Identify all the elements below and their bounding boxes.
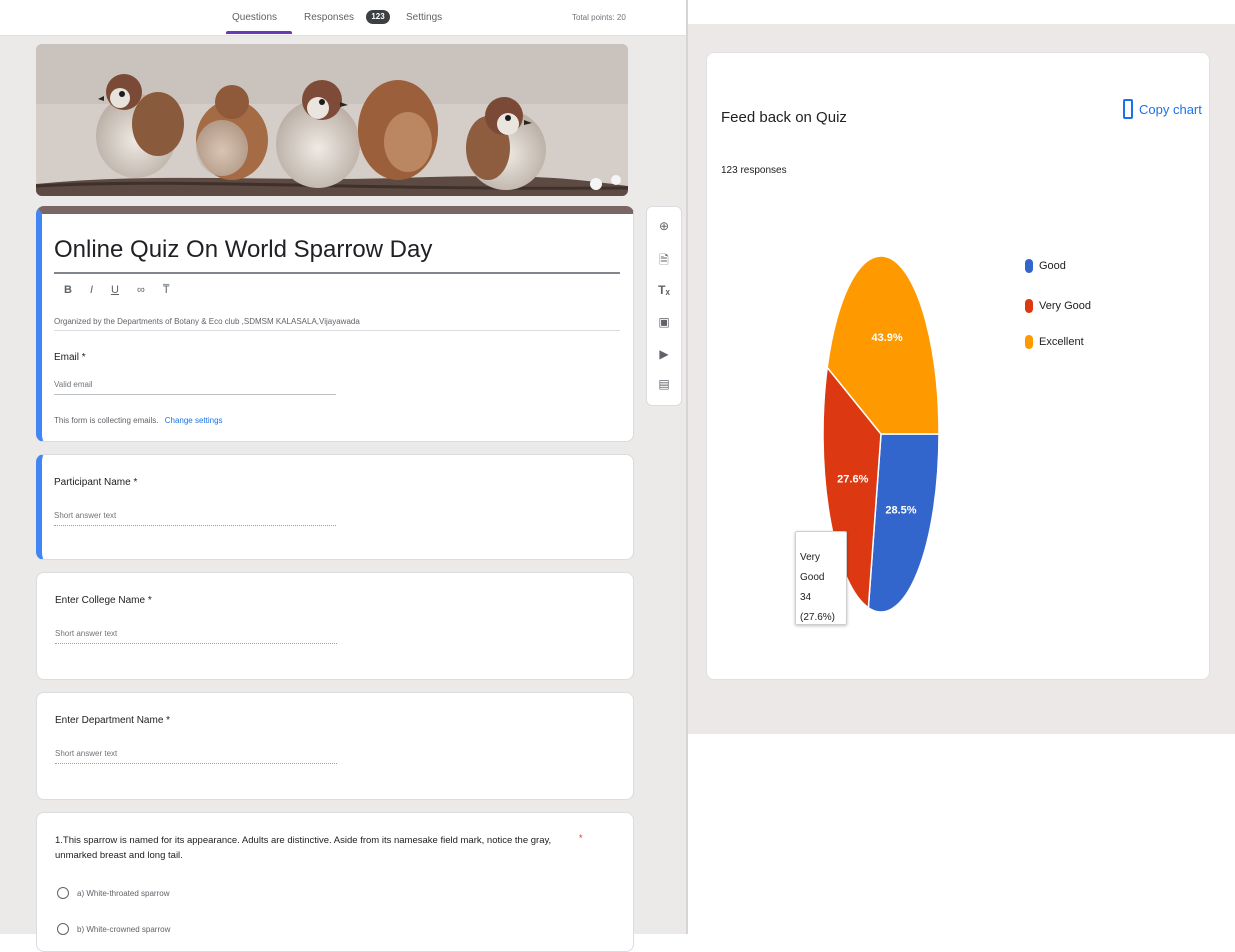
collecting-emails-text: This form is collecting emails. xyxy=(54,416,159,425)
required-marker: * xyxy=(579,833,583,843)
legend-swatch xyxy=(1025,335,1033,349)
question-label: Enter Department Name * xyxy=(55,715,171,726)
question-label: Participant Name * xyxy=(54,477,138,488)
add-video-icon[interactable]: ▶ xyxy=(647,347,681,361)
option-label: b) White-crowned sparrow xyxy=(77,924,171,934)
option-b[interactable]: b) White-crowned sparrow xyxy=(57,923,170,935)
text-format-toolbar: B I U ∞ T̅ xyxy=(64,284,170,296)
active-tab-indicator xyxy=(226,31,292,34)
legend-swatch xyxy=(1025,299,1033,313)
add-section-icon[interactable]: ▤ xyxy=(647,377,681,391)
option-a[interactable]: a) White-throated sparrow xyxy=(57,887,169,899)
answer-underline xyxy=(55,643,337,644)
underline-icon[interactable]: U xyxy=(111,284,119,296)
answer-underline xyxy=(55,763,337,764)
tab-settings[interactable]: Settings xyxy=(406,12,442,23)
clear-format-icon[interactable]: T̅ xyxy=(163,284,170,296)
header-image xyxy=(36,44,628,196)
add-title-icon[interactable]: Tₓ xyxy=(647,283,681,297)
legend-item-good: Good xyxy=(1025,259,1066,273)
form-top-bar: Questions Responses 123 Settings Total p… xyxy=(0,0,686,36)
link-icon[interactable]: ∞ xyxy=(137,284,145,296)
form-title[interactable]: Online Quiz On World Sparrow Day xyxy=(54,236,432,264)
add-image-icon[interactable]: ▣ xyxy=(647,315,681,329)
change-settings-link[interactable]: Change settings xyxy=(165,416,223,425)
title-underline xyxy=(54,272,620,274)
legend-label: Very Good xyxy=(1039,300,1091,312)
legend-item-excellent: Excellent xyxy=(1025,335,1084,349)
pie-slice-label: 28.5% xyxy=(885,504,916,516)
email-label: Email * xyxy=(54,352,86,363)
description-underline xyxy=(54,330,620,331)
pie-slice-label: 27.6% xyxy=(837,473,868,485)
bold-icon[interactable]: B xyxy=(64,284,72,296)
add-question-icon[interactable]: ⊕ xyxy=(647,219,681,233)
short-answer-field: Short answer text xyxy=(54,511,117,520)
radio-button[interactable] xyxy=(57,923,69,935)
collecting-emails-note: This form is collecting emails. Change s… xyxy=(54,416,223,425)
sparrows-picture xyxy=(36,44,628,196)
responses-count-badge: 123 xyxy=(366,10,390,24)
tab-questions[interactable]: Questions xyxy=(232,12,277,23)
answer-underline xyxy=(54,525,336,526)
import-questions-icon[interactable]: 🗎 xyxy=(647,251,681,272)
responses-panel: Feed back on Quiz 123 responses Copy cha… xyxy=(688,0,1235,934)
email-field: Valid email xyxy=(54,380,93,389)
question-card-college-name[interactable]: Enter College Name * Short answer text xyxy=(36,572,634,680)
question-text: 1.This sparrow is named for its appearan… xyxy=(55,835,552,861)
chart-tooltip: Very Good 34 (27.6%) xyxy=(795,531,847,625)
legend-swatch xyxy=(1025,259,1033,273)
tab-responses[interactable]: Responses xyxy=(304,12,354,23)
italic-icon[interactable]: I xyxy=(90,284,93,296)
question-card-participant-name[interactable]: Participant Name * Short answer text xyxy=(36,454,634,560)
short-answer-field: Short answer text xyxy=(55,749,118,758)
tooltip-label: Very Good xyxy=(800,552,825,583)
form-title-card[interactable]: Online Quiz On World Sparrow Day B I U ∞… xyxy=(36,206,634,442)
chart-card: Feed back on Quiz 123 responses Copy cha… xyxy=(706,52,1210,680)
side-toolbar: ⊕ 🗎 Tₓ ▣ ▶ ▤ xyxy=(646,206,682,406)
total-points-label: Total points: 20 xyxy=(572,13,626,22)
radio-button[interactable] xyxy=(57,887,69,899)
option-label: a) White-throated sparrow xyxy=(77,888,170,898)
form-editor-panel: Questions Responses 123 Settings Total p… xyxy=(0,0,686,952)
question-label: Enter College Name * xyxy=(55,595,152,606)
question-card-q1[interactable]: 1.This sparrow is named for its appearan… xyxy=(36,812,634,952)
email-underline xyxy=(54,394,336,395)
tooltip-value: 34 (27.6%) xyxy=(800,592,836,623)
legend-label: Excellent xyxy=(1039,336,1084,348)
form-description[interactable]: Organized by the Departments of Botany &… xyxy=(54,317,614,326)
legend-label: Good xyxy=(1039,260,1066,272)
pie-slice-label: 43.9% xyxy=(871,332,902,344)
short-answer-field: Short answer text xyxy=(55,629,118,638)
pie-chart: 28.5% 27.6% 43.9% xyxy=(822,255,940,613)
question-card-department-name[interactable]: Enter Department Name * Short answer tex… xyxy=(36,692,634,800)
legend-item-very-good: Very Good xyxy=(1025,299,1091,313)
